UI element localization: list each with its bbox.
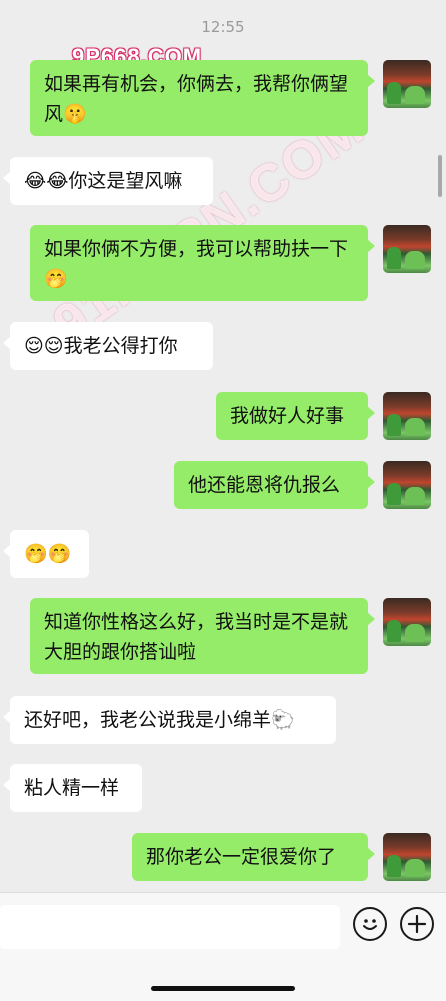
laughing-emoji: 😂😂 [24, 170, 69, 192]
hand-over-mouth-emoji: 🤭 [44, 268, 68, 290]
shushing-emoji: 🤫 [63, 103, 87, 125]
message-text: 我做好人好事 [230, 405, 345, 427]
message-text: 还好吧，我老公说我是小绵羊 [24, 709, 272, 731]
message-bubble[interactable]: 粘人精一样 [3, 764, 142, 812]
smiley-face-icon[interactable] [353, 907, 387, 941]
message-bubble[interactable]: 如果你俩不方便，我可以帮助扶一下 🤭 [30, 225, 375, 301]
message-input[interactable] [0, 905, 340, 949]
avatar[interactable] [383, 833, 431, 881]
message-bubble[interactable]: 😌😌我老公得打你 [3, 322, 213, 370]
message-bubble[interactable]: 如果再有机会，你俩去，我帮你俩望风🤫 [30, 60, 375, 136]
avatar[interactable] [383, 392, 431, 440]
message-text: 如果再有机会，你俩去，我帮你俩望风 [44, 73, 349, 125]
sheep-emoji: 🐑 [271, 709, 295, 731]
home-indicator [151, 986, 295, 991]
message-bubble[interactable]: 还好吧，我老公说我是小绵羊🐑 [3, 696, 336, 744]
smiley-face-glyph [363, 919, 377, 930]
message-text: 我老公得打你 [63, 335, 178, 357]
input-bar [0, 892, 446, 1001]
message-text: 如果你俩不方便，我可以帮助扶一下 [44, 238, 349, 260]
plus-glyph [407, 914, 427, 934]
message-text: 你这是望风嘛 [68, 170, 183, 192]
message-bubble[interactable]: 😂😂你这是望风嘛 [3, 157, 213, 205]
avatar[interactable] [383, 598, 431, 646]
message-bubble[interactable]: 那你老公一定很爱你了 [132, 833, 375, 881]
message-text: 那你老公一定很爱你了 [146, 846, 337, 868]
message-text: 粘人精一样 [24, 777, 120, 799]
scrollbar[interactable] [438, 155, 442, 197]
plus-circle-icon[interactable] [400, 907, 434, 941]
avatar[interactable] [383, 225, 431, 273]
message-bubble[interactable]: 知道你性格这么好，我当时是不是就大胆的跟你搭讪啦 [30, 598, 375, 674]
message-text: 他还能恩将仇报么 [188, 474, 341, 496]
hand-over-mouth-emoji: 🤭🤭 [24, 543, 72, 565]
status-time: 12:55 [201, 18, 245, 36]
message-bubble[interactable]: 我做好人好事 [216, 392, 375, 440]
message-text: 知道你性格这么好，我当时是不是就大胆的跟你搭讪啦 [44, 611, 349, 663]
message-bubble[interactable]: 🤭🤭 [3, 530, 89, 578]
avatar[interactable] [383, 60, 431, 108]
relieved-emoji: 😌😌 [24, 335, 64, 357]
message-bubble[interactable]: 他还能恩将仇报么 [174, 461, 375, 509]
avatar[interactable] [383, 461, 431, 509]
